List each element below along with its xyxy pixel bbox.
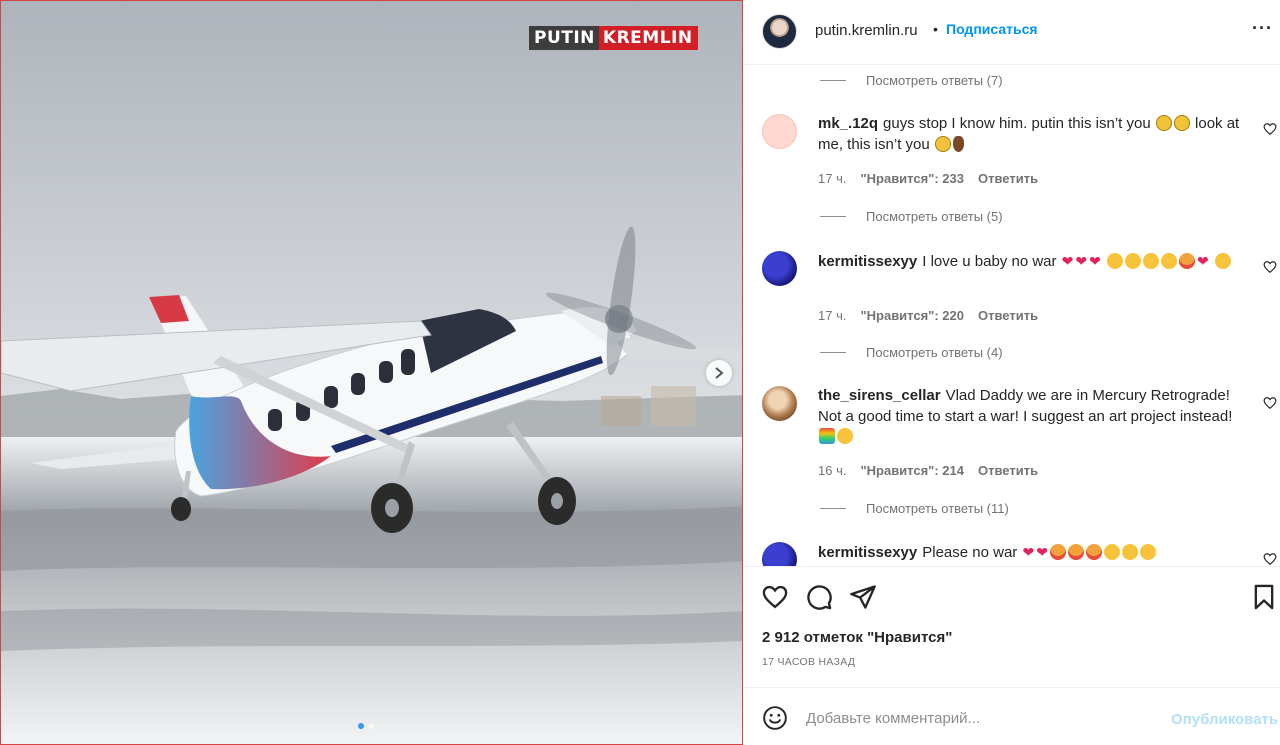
heart-emoji-icon: ❤: [1022, 544, 1035, 560]
rainbow-emoji-icon: [819, 428, 835, 444]
comment-time[interactable]: 17 ч.: [818, 171, 846, 186]
smiling-face-emoji-icon: [1161, 253, 1178, 269]
tongue-face-emoji-icon: [1049, 544, 1066, 560]
heart-emoji-icon: ❤: [1089, 253, 1101, 269]
post-actions: [744, 566, 1280, 686]
view-replies-button[interactable]: Посмотреть ответы (7): [820, 73, 1003, 88]
view-replies-label: Посмотреть ответы (11): [866, 501, 1009, 516]
watermark-left: PUTIN: [529, 26, 599, 50]
comment-likes[interactable]: "Нравится": 220: [860, 308, 964, 323]
save-bookmark-icon[interactable]: [1250, 583, 1278, 611]
view-replies-button[interactable]: Посмотреть ответы (11): [820, 501, 1009, 516]
heart-emoji-icon: ❤: [1036, 544, 1048, 560]
commenter-username[interactable]: kermitissexyy: [818, 253, 917, 270]
tongue-face-emoji-icon: [1067, 544, 1084, 560]
post-header: putin.kremlin.ru • Подписаться ···: [744, 0, 1280, 65]
comment-text: kermitissexyy I love u baby no war ❤ ❤ ❤ ❤: [818, 251, 1250, 273]
follow-button[interactable]: Подписаться: [946, 21, 1038, 37]
post-likes-count[interactable]: 2 912 отметок "Нравится": [762, 629, 952, 646]
comment-meta: 16 ч. "Нравится": 214 Ответить: [818, 463, 1038, 478]
post-photo[interactable]: PUTIN KREMLIN: [0, 0, 743, 745]
smiling-face-emoji-icon: [1143, 253, 1160, 269]
emoji-picker-icon[interactable]: [762, 705, 788, 731]
comment-body: I love u baby no war: [922, 253, 1057, 270]
watermark-logo: PUTIN KREMLIN: [529, 26, 698, 50]
replies-line: [820, 508, 846, 509]
add-comment-bar: Опубликовать: [744, 687, 1280, 745]
like-comment-heart-icon[interactable]: [1263, 260, 1277, 274]
comment-body: guys stop I know him. putin this isn’t y…: [883, 115, 1151, 132]
palette-emoji-icon: [837, 428, 853, 444]
comment-likes[interactable]: "Нравится": 214: [860, 463, 964, 478]
more-options-button[interactable]: ···: [1252, 18, 1273, 39]
next-photo-button[interactable]: [706, 360, 732, 386]
smiling-face-emoji-icon: [1107, 253, 1124, 269]
like-comment-heart-icon[interactable]: [1263, 396, 1277, 410]
sad-face-emoji-icon: [1173, 115, 1190, 131]
instagram-post-view: PUTIN KREMLIN putin.kremlin.ru • Подписа…: [0, 0, 1280, 745]
like-heart-icon[interactable]: [761, 583, 789, 611]
commenter-avatar[interactable]: [762, 386, 797, 421]
view-replies-label: Посмотреть ответы (7): [866, 73, 1003, 88]
comment-body: Please no war: [922, 544, 1018, 561]
like-comment-heart-icon[interactable]: [1263, 552, 1277, 566]
share-send-icon[interactable]: [849, 583, 877, 611]
post-side-panel: putin.kremlin.ru • Подписаться ··· Посмо…: [744, 0, 1280, 745]
sad-face-emoji-icon: [1155, 115, 1172, 131]
replies-line: [820, 352, 846, 353]
reply-button[interactable]: Ответить: [978, 308, 1038, 323]
sad-face-emoji-icon: [934, 135, 951, 152]
view-replies-button[interactable]: Посмотреть ответы (5): [820, 209, 1003, 224]
watermark-right: KREMLIN: [598, 26, 698, 50]
carousel-dots: [358, 723, 374, 729]
commenter-username[interactable]: kermitissexyy: [818, 544, 917, 561]
comment-text: kermitissexyy Please no war ❤ ❤: [818, 542, 1250, 564]
comment-input[interactable]: [806, 705, 1166, 731]
carousel-dot-2[interactable]: [368, 723, 374, 729]
header-separator: •: [933, 21, 938, 37]
comment-text: the_sirens_cellar Vlad Daddy we are in Me…: [818, 386, 1250, 448]
commenter-username[interactable]: mk_.12q: [818, 115, 878, 132]
view-replies-label: Посмотреть ответы (4): [866, 345, 1003, 360]
tongue-face-emoji-icon: [1085, 544, 1102, 560]
smiling-face-emoji-icon: [1125, 253, 1142, 269]
comment-meta: 17 ч. "Нравится": 233 Ответить: [818, 171, 1038, 186]
comment-meta: 17 ч. "Нравится": 220 Ответить: [818, 308, 1038, 323]
comment-time[interactable]: 16 ч.: [818, 463, 846, 478]
comment-bubble-icon[interactable]: [805, 583, 833, 611]
reply-button[interactable]: Ответить: [978, 463, 1038, 478]
commenter-avatar[interactable]: [762, 251, 797, 286]
comment-likes[interactable]: "Нравится": 233: [860, 171, 964, 186]
hand-emoji-icon: [952, 135, 964, 152]
like-comment-heart-icon[interactable]: [1263, 122, 1277, 136]
carousel-dot-1[interactable]: [358, 723, 364, 729]
winking-face-emoji-icon: [1121, 544, 1138, 560]
reply-button[interactable]: Ответить: [978, 171, 1038, 186]
replies-line: [820, 80, 846, 81]
replies-line: [820, 216, 846, 217]
tongue-face-emoji-icon: [1179, 253, 1196, 269]
heart-emoji-icon: ❤: [1061, 253, 1074, 269]
comments-list[interactable]: Посмотреть ответы (7) mk_.12q guys stop I…: [744, 66, 1280, 566]
publish-button[interactable]: Опубликовать: [1171, 711, 1278, 728]
winking-face-emoji-icon: [1139, 544, 1156, 560]
view-replies-button[interactable]: Посмотреть ответы (4): [820, 345, 1003, 360]
heart-emoji-icon: ❤: [1075, 253, 1088, 269]
winking-face-emoji-icon: [1214, 253, 1231, 269]
author-avatar[interactable]: [762, 14, 797, 49]
author-username[interactable]: putin.kremlin.ru: [815, 22, 918, 39]
comment-time[interactable]: 17 ч.: [818, 308, 846, 323]
view-replies-label: Посмотреть ответы (5): [866, 209, 1003, 224]
post-timestamp[interactable]: 17 ЧАСОВ НАЗАД: [762, 656, 855, 668]
winking-face-emoji-icon: [1103, 544, 1120, 560]
commenter-avatar[interactable]: [762, 114, 797, 149]
commenter-username[interactable]: the_sirens_cellar: [818, 387, 941, 404]
chevron-right-icon: [715, 367, 724, 379]
commenter-avatar[interactable]: [762, 542, 797, 566]
airplane-photo: [1, 1, 742, 744]
comment-text: mk_.12q guys stop I know him. putin this …: [818, 114, 1250, 155]
heart-emoji-icon: ❤: [1197, 253, 1209, 269]
